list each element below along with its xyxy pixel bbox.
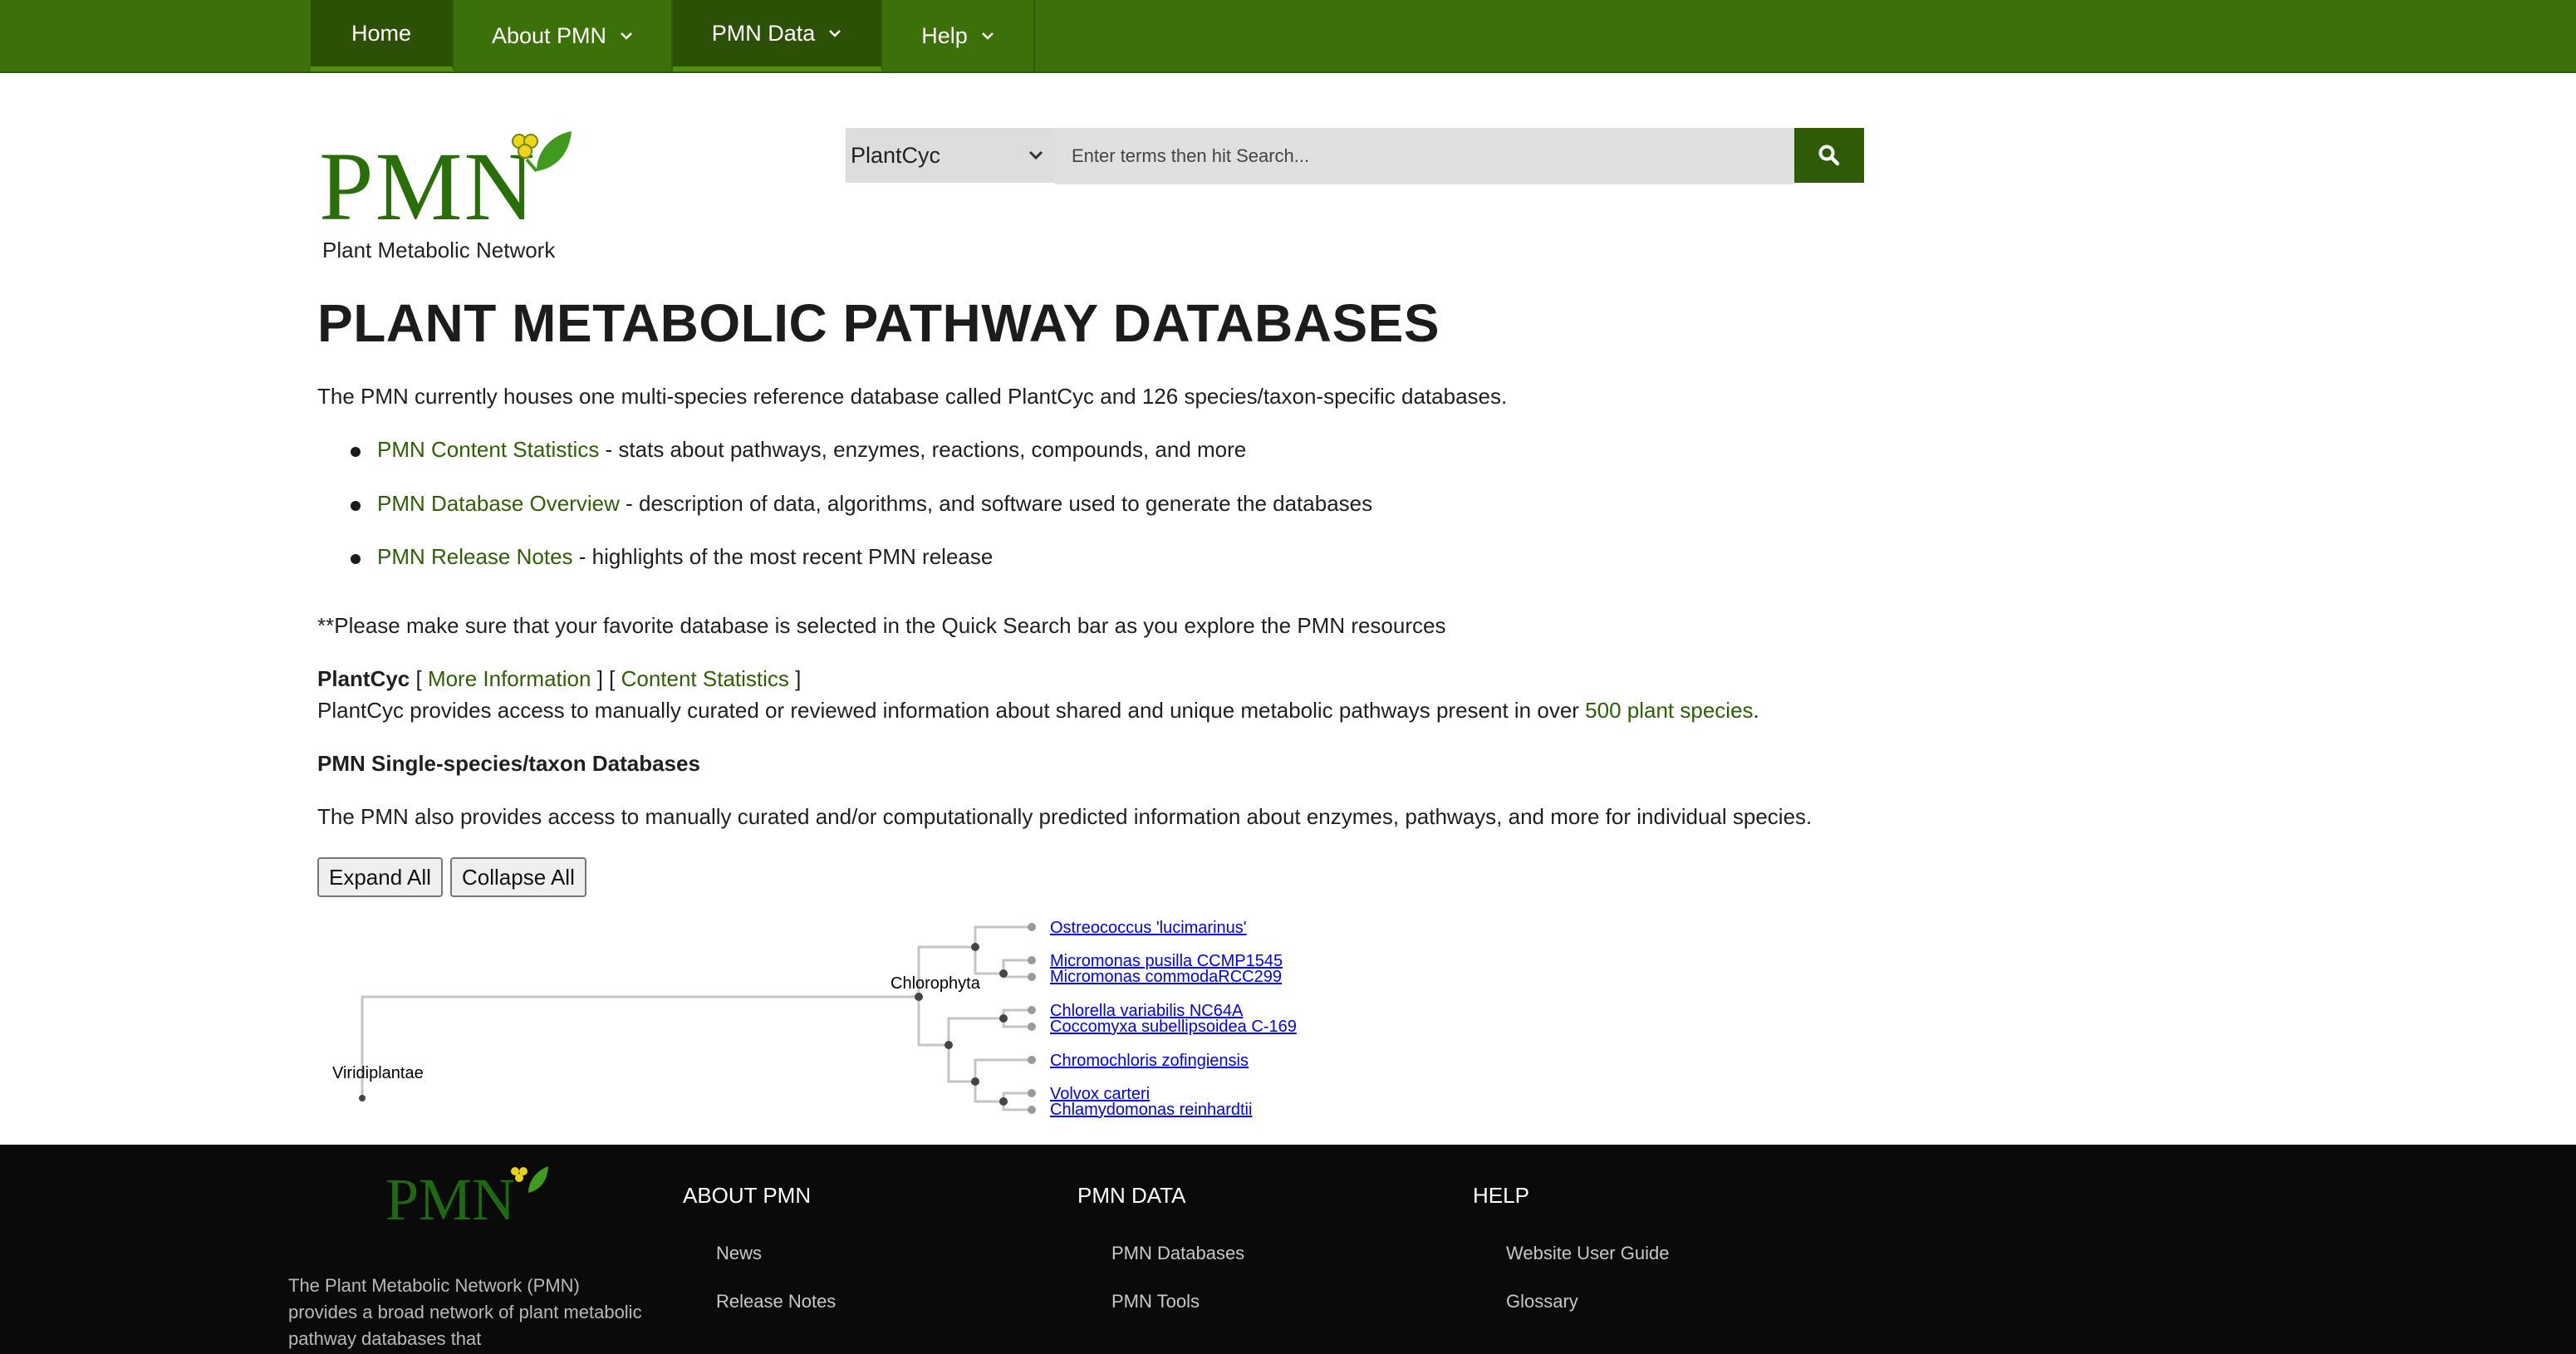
single-species-description: The PMN also provides access to manually… [317, 804, 1813, 829]
list-item: PMN Database Overview - description of d… [377, 491, 1372, 517]
footer-data-heading: PMN DATA [1077, 1183, 1186, 1208]
tree-node-chlorophyta[interactable]: Chlorophyta [891, 974, 981, 993]
nav-data-label: PMN Data [711, 20, 816, 46]
nav-menu: Home About PMN PMN Data Help [311, 0, 1035, 71]
bullet [351, 554, 361, 564]
tree-leaf-link[interactable]: Chlamydomonas reinhardtii [1050, 1101, 1252, 1119]
list-item-text: - highlights of the most recent PMN rele… [572, 544, 994, 569]
pmn-logo-graphic: PMN Plant Metabolic Network [319, 131, 572, 262]
footer-logo-graphic: PMN [385, 1166, 548, 1233]
footer-link-release-notes[interactable]: Release Notes [716, 1291, 836, 1312]
quick-search-note: **Please make sure that your favorite da… [317, 613, 1446, 638]
footer-link-glossary[interactable]: Glossary [1506, 1291, 1578, 1312]
more-information-link[interactable]: More Information [428, 666, 591, 691]
bullet [351, 501, 361, 511]
nav-about-label: About PMN [491, 22, 607, 48]
footer-link-pmn-databases[interactable]: PMN Databases [1111, 1243, 1244, 1264]
footer-link-pmn-tools[interactable]: PMN Tools [1111, 1291, 1200, 1312]
search-button[interactable] [1794, 128, 1864, 183]
taxonomy-tree: Viridiplantae Chlorophyta Ostreococcus '… [332, 919, 1297, 1119]
pmn-logo[interactable]: PMN Plant Metabolic Network [319, 126, 580, 267]
nav-home[interactable]: Home [311, 0, 454, 71]
chevron-down-icon [1028, 150, 1043, 160]
tree-leaf-link[interactable]: Ostreococcus 'lucimarinus' [1050, 919, 1247, 937]
selected-database: PlantCyc [851, 142, 941, 168]
logo-tagline: Plant Metabolic Network [322, 238, 556, 262]
footer-description: The Plant Metabolic Network (PMN) provid… [288, 1275, 642, 1349]
footer-logo[interactable]: PMN [385, 1165, 548, 1233]
search-icon [1818, 145, 1840, 166]
page-title: PLANT METABOLIC PATHWAY DATABASES [317, 293, 1440, 353]
nav-about-pmn[interactable]: About PMN [454, 0, 673, 71]
footer-link-user-guide[interactable]: Website User Guide [1506, 1243, 1669, 1264]
quick-search-bar: PlantCyc [846, 128, 1864, 184]
chevron-down-icon [621, 32, 632, 40]
expand-all-button[interactable]: Expand All [317, 857, 443, 897]
tree-node-viridiplantae[interactable]: Viridiplantae [332, 1064, 424, 1082]
collapse-all-button[interactable]: Collapse All [450, 857, 586, 897]
footer-help-heading: HELP [1473, 1183, 1529, 1208]
single-species-heading: PMN Single-species/taxon Databases [317, 751, 700, 776]
content-statistics-link[interactable]: PMN Content Statistics [377, 437, 599, 462]
footer-logo-wordmark: PMN [385, 1166, 515, 1223]
intro-text: The PMN currently houses one multi-speci… [317, 384, 1508, 409]
logo-wordmark: PMN [319, 132, 537, 241]
top-navigation-bar: Home About PMN PMN Data Help [0, 0, 2576, 73]
list-item-text: - description of data, algorithms, and s… [619, 491, 1373, 516]
plantcyc-name: PlantCyc [317, 666, 410, 691]
footer-link-news[interactable]: News [716, 1243, 762, 1264]
tree-leaf-link[interactable]: Coccomyxa subellipsoidea C-169 [1050, 1018, 1297, 1036]
chevron-down-icon [981, 32, 994, 40]
nav-help[interactable]: Help [882, 0, 1035, 71]
footer: PMN The Plant Metabolic Network (PMN) pr… [0, 1145, 2576, 1354]
database-overview-link[interactable]: PMN Database Overview [377, 491, 620, 516]
nav-pmn-data[interactable]: PMN Data [673, 0, 882, 71]
period: . [1753, 698, 1759, 723]
tree-leaf-link[interactable]: Micromonas commodaRCC299 [1050, 968, 1282, 986]
bullet [351, 447, 361, 457]
release-notes-link[interactable]: PMN Release Notes [377, 544, 573, 569]
list-item: PMN Content Statistics - stats about pat… [377, 437, 1246, 463]
search-input[interactable] [1055, 128, 1794, 184]
plantcyc-heading: PlantCyc [ More Information ] [ Content … [317, 666, 801, 692]
list-item-text: - stats about pathways, enzymes, reactio… [599, 437, 1247, 462]
chevron-down-icon [829, 30, 841, 37]
bracket: [ [410, 666, 428, 691]
plantcyc-description: PlantCyc provides access to manually cur… [317, 698, 1759, 724]
nav-help-label: Help [921, 22, 968, 48]
database-select[interactable]: PlantCyc [846, 128, 1055, 183]
bracket: ] [ [591, 666, 621, 691]
bracket: ] [788, 666, 802, 691]
tree-leaf-link[interactable]: Chromochloris zofingiensis [1050, 1052, 1249, 1070]
list-item: PMN Release Notes - highlights of the mo… [377, 544, 993, 570]
plantcyc-content-statistics-link[interactable]: Content Statistics [621, 666, 789, 691]
nav-home-label: Home [351, 20, 412, 46]
footer-about-heading: ABOUT PMN [683, 1183, 812, 1208]
plant-species-link[interactable]: 500 plant species [1585, 698, 1753, 723]
plantcyc-desc-text: PlantCyc provides access to manually cur… [317, 698, 1586, 723]
